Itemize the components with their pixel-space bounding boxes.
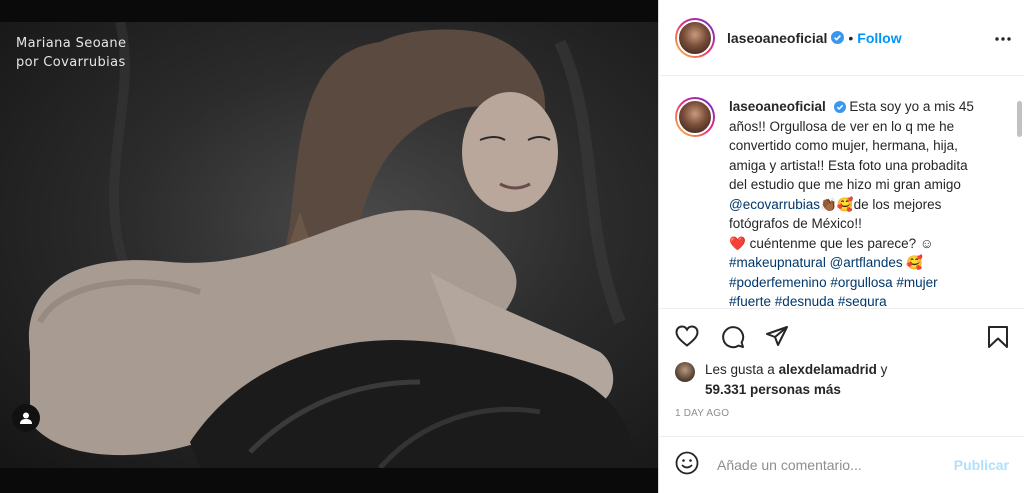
caption-area: laseoaneoficial Esta soy yo a mis 45 año… <box>659 77 1024 307</box>
post-header: laseoaneoficial • Follow <box>659 0 1024 76</box>
hashtag-fuerte[interactable]: #fuerte <box>729 294 771 307</box>
likes-prefix: Les gusta a <box>705 362 779 377</box>
hashtag-desnuda[interactable]: #desnuda <box>775 294 834 307</box>
hashtag-orgullosa[interactable]: #orgullosa <box>830 275 892 290</box>
likes-text: Les gusta a alexdelamadrid y 59.331 pers… <box>705 360 887 400</box>
hashtag-segura[interactable]: #segura <box>838 294 887 307</box>
hashtag-mujer[interactable]: #mujer <box>896 275 937 290</box>
watermark-line-1: Mariana Seoane <box>16 36 127 51</box>
post-photo[interactable]: Mariana Seoane por Covarrubias <box>0 22 658 468</box>
comment-input[interactable] <box>717 457 927 473</box>
caption: laseoaneoficial Esta soy yo a mis 45 año… <box>675 97 1009 307</box>
likes-summary: Les gusta a alexdelamadrid y 59.331 pers… <box>675 360 1015 400</box>
publish-button[interactable]: Publicar <box>954 457 1009 473</box>
emoji-picker-icon[interactable] <box>675 451 699 480</box>
mention-ecovarrubias[interactable]: @ecovarrubias <box>729 197 820 212</box>
comment-bar: Publicar <box>659 436 1024 493</box>
caption-text: laseoaneoficial Esta soy yo a mis 45 año… <box>729 97 987 307</box>
likes-middle: y <box>876 362 888 377</box>
post-photo-area: Mariana Seoane por Covarrubias <box>0 0 658 493</box>
heart-emoji: ❤️ <box>729 235 746 251</box>
caption-avatar[interactable] <box>675 97 715 137</box>
more-options-icon[interactable] <box>995 28 1011 46</box>
mention-artflandes[interactable]: @artflandes <box>830 255 903 270</box>
photo-illustration <box>28 22 632 468</box>
caption-body-3: cuéntenme que les parece? ☺ <box>745 235 934 251</box>
post-actions <box>659 308 1024 358</box>
emoji-love: 🥰 <box>902 255 924 270</box>
emoji-clap-love: 👏🏾🥰 <box>820 196 854 212</box>
liker-avatar[interactable] <box>675 362 695 382</box>
hashtag-makeupnatural[interactable]: #makeupnatural <box>729 255 826 270</box>
comment-icon[interactable] <box>721 325 745 354</box>
photo-watermark: Mariana Seoane por Covarrubias <box>16 34 126 72</box>
liker-username[interactable]: alexdelamadrid <box>779 362 877 377</box>
post-timestamp[interactable]: 1 DAY AGO <box>675 408 729 419</box>
caption-scrollbar[interactable] <box>1017 101 1022 137</box>
hashtag-poderfemenino[interactable]: #poderfemenino <box>729 275 827 290</box>
verified-badge-icon <box>833 101 846 114</box>
watermark-line-2: por Covarrubias <box>16 55 126 70</box>
author-avatar[interactable] <box>675 17 715 58</box>
verified-badge-icon <box>831 31 845 44</box>
header-separator: • <box>848 29 854 46</box>
like-heart-icon[interactable] <box>675 325 699 352</box>
share-direct-icon[interactable] <box>765 325 789 352</box>
likes-count[interactable]: 59.331 personas más <box>705 382 841 397</box>
caption-username[interactable]: laseoaneoficial <box>729 99 826 114</box>
user-icon <box>20 412 32 424</box>
save-bookmark-icon[interactable] <box>987 325 1009 354</box>
follow-button[interactable]: Follow <box>857 30 901 46</box>
author-username[interactable]: laseoaneoficial <box>727 30 827 46</box>
tagged-users-button[interactable] <box>12 404 40 432</box>
post-side-panel: laseoaneoficial • Follow laseoaneoficial… <box>658 0 1024 493</box>
